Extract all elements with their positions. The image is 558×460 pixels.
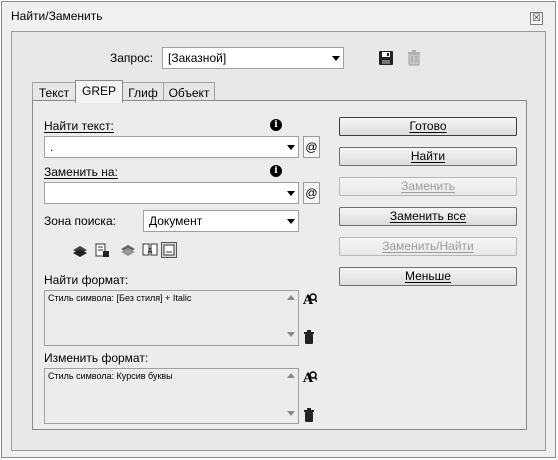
replace-label: Заменить на: xyxy=(44,165,118,179)
chevron-down-icon[interactable] xyxy=(287,191,295,196)
find-format-label: Найти формат: xyxy=(44,273,129,287)
find-text-label: Найти текст: xyxy=(44,119,114,133)
hidden-layers-icon[interactable] xyxy=(120,242,136,258)
specify-format-icon[interactable]: A xyxy=(301,369,317,385)
query-select[interactable]: [Заказной] xyxy=(162,47,344,69)
tab-grep[interactable]: GREP xyxy=(75,80,123,103)
tab-object[interactable]: Объект xyxy=(163,82,215,102)
locked-stories-icon[interactable] xyxy=(94,242,110,258)
window-title: Найти/Заменить xyxy=(11,9,103,23)
chevron-down-icon xyxy=(332,56,340,61)
title-bar[interactable]: Найти/Заменить ☒ xyxy=(2,2,555,28)
search-zone-select[interactable]: Документ xyxy=(143,210,299,232)
find-button-label: Найти xyxy=(410,149,446,163)
fewer-options-button-label: Меньше xyxy=(405,269,451,283)
find-format-value: Стиль символа: [Без стиля] + Italic xyxy=(48,293,192,303)
find-replace-dialog: Найти/Заменить ☒ Запрос: [Заказной] Текс… xyxy=(1,1,556,458)
tab-glyph[interactable]: Глиф xyxy=(122,82,164,102)
clear-format-icon[interactable] xyxy=(301,329,317,345)
replace-button[interactable]: Заменить xyxy=(339,177,517,196)
query-value: [Заказной] xyxy=(168,51,227,65)
find-text-input[interactable]: . xyxy=(44,136,299,158)
special-characters-button[interactable]: @ xyxy=(303,182,320,204)
replace-all-button-label: Заменить все xyxy=(389,209,467,223)
search-zone-label: Зона поиска: xyxy=(44,214,116,228)
change-format-box[interactable]: Стиль символа: Курсив буквы xyxy=(44,368,299,424)
fewer-options-button[interactable]: Меньше xyxy=(339,267,517,286)
scroll-up-icon[interactable] xyxy=(287,373,295,378)
change-format-label: Изменить формат: xyxy=(44,351,149,365)
replace-find-button-label: Заменить/Найти xyxy=(382,239,474,253)
find-text-value: . xyxy=(50,140,54,154)
query-label: Запрос: xyxy=(110,51,154,65)
find-format-box[interactable]: Стиль символа: [Без стиля] + Italic xyxy=(44,290,299,346)
master-pages-icon[interactable]: A xyxy=(142,242,158,258)
chevron-down-icon xyxy=(287,219,295,224)
info-icon: i xyxy=(270,119,282,131)
special-characters-button[interactable]: @ xyxy=(303,136,320,158)
find-button[interactable]: Найти xyxy=(339,147,517,166)
info-icon: i xyxy=(270,165,282,177)
specify-format-icon[interactable]: A xyxy=(301,291,317,307)
replace-all-button[interactable]: Заменить все xyxy=(339,207,517,226)
replace-button-label: Заменить xyxy=(401,179,455,193)
replace-find-button[interactable]: Заменить/Найти xyxy=(339,237,517,256)
scroll-up-icon[interactable] xyxy=(287,295,295,300)
clear-format-icon[interactable] xyxy=(301,407,317,423)
replace-input[interactable] xyxy=(44,182,299,204)
chevron-down-icon[interactable] xyxy=(287,145,295,150)
footnotes-icon[interactable] xyxy=(161,242,177,258)
scroll-down-icon[interactable] xyxy=(287,411,295,416)
svg-text:A: A xyxy=(148,247,153,255)
save-icon[interactable] xyxy=(378,50,394,66)
locked-layers-icon[interactable] xyxy=(72,242,88,258)
tab-text[interactable]: Текст xyxy=(32,82,76,102)
done-button-label: Готово xyxy=(409,119,447,133)
trash-icon[interactable] xyxy=(406,50,422,66)
change-format-value: Стиль символа: Курсив буквы xyxy=(48,371,173,381)
scroll-down-icon[interactable] xyxy=(287,332,295,337)
close-button[interactable]: ☒ xyxy=(530,12,543,25)
search-zone-value: Документ xyxy=(149,214,203,228)
done-button[interactable]: Готово xyxy=(339,117,517,136)
